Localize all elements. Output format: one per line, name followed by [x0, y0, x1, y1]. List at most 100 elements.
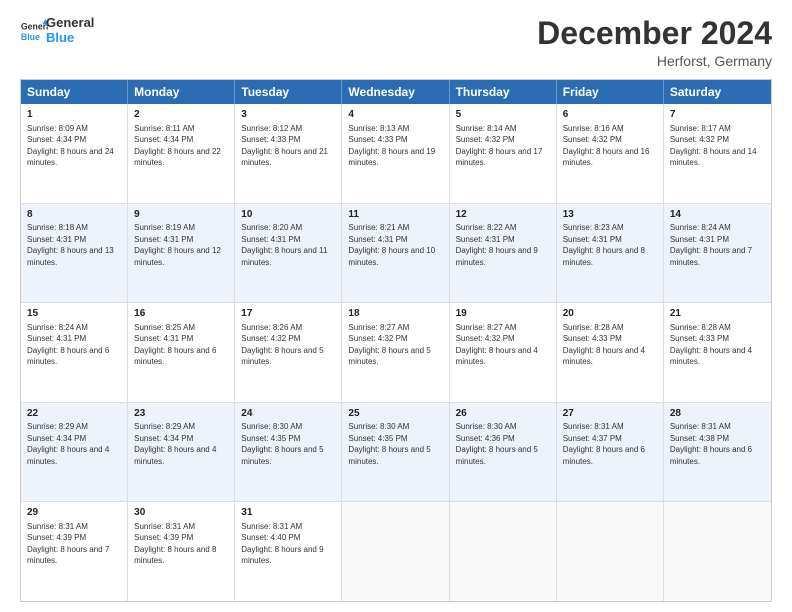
calendar-row: 29 Sunrise: 8:31 AMSunset: 4:39 PMDayligh…: [21, 502, 771, 601]
calendar-cell: 10Sunrise: 8:20 AMSunset: 4:31 PMDayligh…: [235, 204, 342, 303]
calendar-cell: 24Sunrise: 8:30 AMSunset: 4:35 PMDayligh…: [235, 403, 342, 502]
weekday-header: Friday: [557, 80, 664, 104]
header: General Blue General Blue December 2024 …: [20, 16, 772, 69]
cell-info: Sunrise: 8:16 AMSunset: 4:32 PMDaylight:…: [563, 124, 650, 167]
logo: General Blue General Blue: [20, 16, 94, 46]
day-number: 2: [134, 108, 228, 122]
calendar-cell: 6 Sunrise: 8:16 AMSunset: 4:32 PMDaylight…: [557, 104, 664, 203]
day-number: 13: [563, 208, 657, 222]
cell-info: Sunrise: 8:24 AMSunset: 4:31 PMDaylight:…: [27, 323, 109, 366]
calendar-row: 8Sunrise: 8:18 AMSunset: 4:31 PMDaylight…: [21, 204, 771, 304]
calendar: SundayMondayTuesdayWednesdayThursdayFrid…: [20, 79, 772, 602]
day-number: 21: [670, 307, 765, 321]
calendar-cell: 13Sunrise: 8:23 AMSunset: 4:31 PMDayligh…: [557, 204, 664, 303]
cell-info: Sunrise: 8:24 AMSunset: 4:31 PMDaylight:…: [670, 223, 752, 266]
calendar-cell: 28Sunrise: 8:31 AMSunset: 4:38 PMDayligh…: [664, 403, 771, 502]
day-number: 14: [670, 208, 765, 222]
cell-info: Sunrise: 8:31 AMSunset: 4:39 PMDaylight:…: [27, 522, 109, 565]
calendar-cell: 16Sunrise: 8:25 AMSunset: 4:31 PMDayligh…: [128, 303, 235, 402]
cell-info: Sunrise: 8:30 AMSunset: 4:35 PMDaylight:…: [241, 422, 323, 465]
day-number: 31: [241, 506, 335, 520]
day-number: 23: [134, 407, 228, 421]
cell-info: Sunrise: 8:25 AMSunset: 4:31 PMDaylight:…: [134, 323, 216, 366]
calendar-cell: 4Sunrise: 8:13 AMSunset: 4:33 PMDaylight…: [342, 104, 449, 203]
cell-info: Sunrise: 8:30 AMSunset: 4:35 PMDaylight:…: [348, 422, 430, 465]
calendar-cell: 15Sunrise: 8:24 AMSunset: 4:31 PMDayligh…: [21, 303, 128, 402]
weekday-header: Monday: [128, 80, 235, 104]
calendar-row: 1 Sunrise: 8:09 AMSunset: 4:34 PMDaylight…: [21, 104, 771, 204]
day-number: 22: [27, 407, 121, 421]
cell-info: Sunrise: 8:22 AMSunset: 4:31 PMDaylight:…: [456, 223, 538, 266]
cell-info: Sunrise: 8:31 AMSunset: 4:38 PMDaylight:…: [670, 422, 752, 465]
day-number: 25: [348, 407, 442, 421]
day-number: 24: [241, 407, 335, 421]
day-number: 1: [27, 108, 121, 122]
day-number: 17: [241, 307, 335, 321]
calendar-cell: 25Sunrise: 8:30 AMSunset: 4:35 PMDayligh…: [342, 403, 449, 502]
day-number: 8: [27, 208, 121, 222]
logo-text-general: General: [46, 16, 94, 31]
calendar-cell: 1 Sunrise: 8:09 AMSunset: 4:34 PMDaylight…: [21, 104, 128, 203]
cell-info: Sunrise: 8:19 AMSunset: 4:31 PMDaylight:…: [134, 223, 221, 266]
cell-info: Sunrise: 8:20 AMSunset: 4:31 PMDaylight:…: [241, 223, 327, 266]
calendar-cell-empty: [664, 502, 771, 601]
weekday-header: Sunday: [21, 80, 128, 104]
calendar-cell-empty: [450, 502, 557, 601]
calendar-cell: 18Sunrise: 8:27 AMSunset: 4:32 PMDayligh…: [342, 303, 449, 402]
calendar-cell: 20Sunrise: 8:28 AMSunset: 4:33 PMDayligh…: [557, 303, 664, 402]
calendar-cell: 5Sunrise: 8:14 AMSunset: 4:32 PMDaylight…: [450, 104, 557, 203]
cell-info: Sunrise: 8:27 AMSunset: 4:32 PMDaylight:…: [456, 323, 538, 366]
calendar-row: 22 Sunrise: 8:29 AMSunset: 4:34 PMDayligh…: [21, 403, 771, 503]
cell-info: Sunrise: 8:11 AMSunset: 4:34 PMDaylight:…: [134, 124, 221, 167]
calendar-cell: 12Sunrise: 8:22 AMSunset: 4:31 PMDayligh…: [450, 204, 557, 303]
calendar-row: 15Sunrise: 8:24 AMSunset: 4:31 PMDayligh…: [21, 303, 771, 403]
cell-info: Sunrise: 8:29 AMSunset: 4:34 PMDaylight:…: [134, 422, 216, 465]
weekday-header: Saturday: [664, 80, 771, 104]
day-number: 27: [563, 407, 657, 421]
calendar-cell: 14Sunrise: 8:24 AMSunset: 4:31 PMDayligh…: [664, 204, 771, 303]
calendar-cell: 23Sunrise: 8:29 AMSunset: 4:34 PMDayligh…: [128, 403, 235, 502]
logo-icon: General Blue: [20, 17, 48, 45]
cell-info: Sunrise: 8:23 AMSunset: 4:31 PMDaylight:…: [563, 223, 645, 266]
cell-info: Sunrise: 8:09 AMSunset: 4:34 PMDaylight:…: [27, 124, 114, 167]
calendar-cell: 29 Sunrise: 8:31 AMSunset: 4:39 PMDayligh…: [21, 502, 128, 601]
cell-info: Sunrise: 8:28 AMSunset: 4:33 PMDaylight:…: [670, 323, 752, 366]
calendar-cell: 7Sunrise: 8:17 AMSunset: 4:32 PMDaylight…: [664, 104, 771, 203]
day-number: 5: [456, 108, 550, 122]
calendar-cell: 30 Sunrise: 8:31 AMSunset: 4:39 PMDayligh…: [128, 502, 235, 601]
day-number: 7: [670, 108, 765, 122]
day-number: 6: [563, 108, 657, 122]
cell-info: Sunrise: 8:31 AMSunset: 4:37 PMDaylight:…: [563, 422, 645, 465]
calendar-header: SundayMondayTuesdayWednesdayThursdayFrid…: [21, 80, 771, 104]
calendar-cell: 31Sunrise: 8:31 AMSunset: 4:40 PMDayligh…: [235, 502, 342, 601]
day-number: 3: [241, 108, 335, 122]
calendar-cell: 9Sunrise: 8:19 AMSunset: 4:31 PMDaylight…: [128, 204, 235, 303]
logo-text-blue: Blue: [46, 31, 94, 46]
cell-info: Sunrise: 8:31 AMSunset: 4:39 PMDaylight:…: [134, 522, 216, 565]
calendar-cell-empty: [557, 502, 664, 601]
calendar-cell: 27Sunrise: 8:31 AMSunset: 4:37 PMDayligh…: [557, 403, 664, 502]
day-number: 20: [563, 307, 657, 321]
calendar-cell: 22Sunrise: 8:29 AMSunset: 4:34 PMDayligh…: [21, 403, 128, 502]
cell-info: Sunrise: 8:12 AMSunset: 4:33 PMDaylight:…: [241, 124, 328, 167]
day-number: 28: [670, 407, 765, 421]
day-number: 29: [27, 506, 121, 520]
location: Herforst, Germany: [537, 53, 772, 69]
weekday-header: Tuesday: [235, 80, 342, 104]
calendar-cell: 19Sunrise: 8:27 AMSunset: 4:32 PMDayligh…: [450, 303, 557, 402]
weekday-header: Wednesday: [342, 80, 449, 104]
weekday-header: Thursday: [450, 80, 557, 104]
calendar-cell: 21 Sunrise: 8:28 AMSunset: 4:33 PMDayligh…: [664, 303, 771, 402]
cell-info: Sunrise: 8:30 AMSunset: 4:36 PMDaylight:…: [456, 422, 538, 465]
calendar-cell: 26Sunrise: 8:30 AMSunset: 4:36 PMDayligh…: [450, 403, 557, 502]
day-number: 18: [348, 307, 442, 321]
cell-info: Sunrise: 8:21 AMSunset: 4:31 PMDaylight:…: [348, 223, 435, 266]
calendar-body: 1 Sunrise: 8:09 AMSunset: 4:34 PMDaylight…: [21, 104, 771, 601]
day-number: 12: [456, 208, 550, 222]
calendar-cell: 17 Sunrise: 8:26 AMSunset: 4:32 PMDayligh…: [235, 303, 342, 402]
cell-info: Sunrise: 8:26 AMSunset: 4:32 PMDaylight:…: [241, 323, 323, 366]
cell-info: Sunrise: 8:13 AMSunset: 4:33 PMDaylight:…: [348, 124, 435, 167]
title-block: December 2024 Herforst, Germany: [537, 16, 772, 69]
day-number: 9: [134, 208, 228, 222]
day-number: 30: [134, 506, 228, 520]
